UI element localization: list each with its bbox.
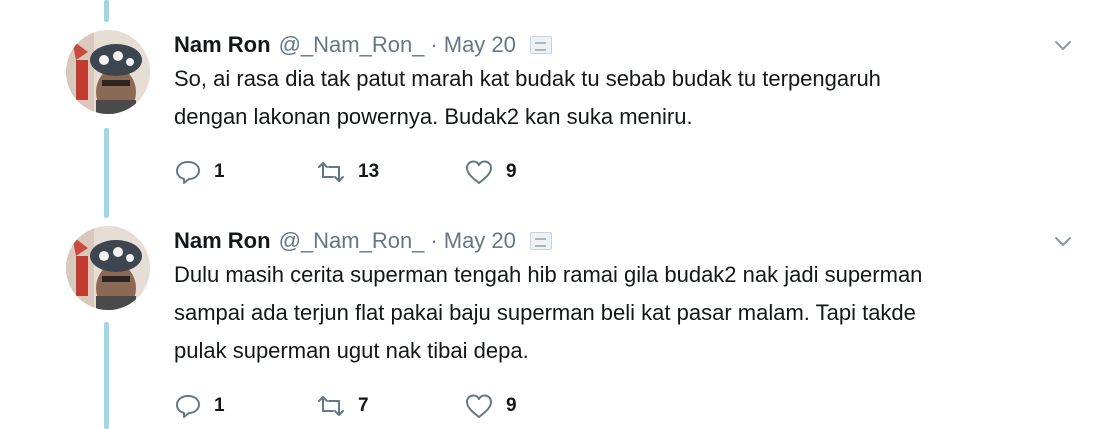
reply-button[interactable]: 1 <box>174 157 225 187</box>
tweet-text-line: So, ai rasa dia tak patut marah kat buda… <box>174 66 881 91</box>
retweet-count: 13 <box>358 161 380 182</box>
like-button[interactable]: 9 <box>464 157 517 187</box>
reply-count: 1 <box>214 395 225 416</box>
retweet-button[interactable]: 13 <box>316 157 379 187</box>
retweet-icon <box>316 160 346 184</box>
avatar[interactable] <box>66 30 150 114</box>
separator: · <box>430 228 438 253</box>
retweet-icon <box>316 394 346 418</box>
avatar[interactable] <box>66 226 150 310</box>
tweet-actions: 1 7 9 <box>174 391 574 421</box>
heart-icon <box>464 159 494 185</box>
tweet-text-line: pulak superman ugut nak tibai depa. <box>174 338 529 363</box>
tweet-text-line: sampai ada terjun flat pakai baju superm… <box>174 300 916 325</box>
author-handle[interactable]: @_Nam_Ron_ <box>279 32 425 58</box>
avatar-image <box>66 226 150 310</box>
retweet-count: 7 <box>358 395 369 416</box>
tweet-actions: 1 13 9 <box>174 157 574 187</box>
chevron-down-icon[interactable] <box>1052 34 1074 56</box>
tweet-header: Nam Ron @_Nam_Ron_ · May 20 <box>174 226 552 256</box>
retweet-button[interactable]: 7 <box>316 391 369 421</box>
tweet-text: Dulu masih cerita superman tengah hib ra… <box>174 256 1074 370</box>
author-name[interactable]: Nam Ron <box>174 228 271 254</box>
media-placeholder-icon <box>529 232 552 250</box>
separator: · <box>430 32 438 57</box>
like-count: 9 <box>506 161 517 182</box>
chevron-down-icon[interactable] <box>1052 230 1074 252</box>
reply-button[interactable]: 1 <box>174 391 225 421</box>
like-count: 9 <box>506 395 517 416</box>
like-button[interactable]: 9 <box>464 391 517 421</box>
tweet-header: Nam Ron @_Nam_Ron_ · May 20 <box>174 30 552 60</box>
reply-icon <box>174 159 202 185</box>
thread-line-middle <box>104 128 109 218</box>
thread-line-top <box>104 0 109 22</box>
tweet-date[interactable]: May 20 <box>444 32 516 58</box>
media-placeholder-icon <box>529 36 552 54</box>
heart-icon <box>464 393 494 419</box>
tweet-text-line: Dulu masih cerita superman tengah hib ra… <box>174 262 923 287</box>
author-name[interactable]: Nam Ron <box>174 32 271 58</box>
avatar-image <box>66 30 150 114</box>
author-handle[interactable]: @_Nam_Ron_ <box>279 228 425 254</box>
tweet-text-line: dengan lakonan powernya. Budak2 kan suka… <box>174 104 693 129</box>
thread-line-bottom <box>104 322 109 429</box>
tweet-text: So, ai rasa dia tak patut marah kat buda… <box>174 60 1074 136</box>
tweet-date[interactable]: May 20 <box>444 228 516 254</box>
reply-count: 1 <box>214 161 225 182</box>
reply-icon <box>174 393 202 419</box>
